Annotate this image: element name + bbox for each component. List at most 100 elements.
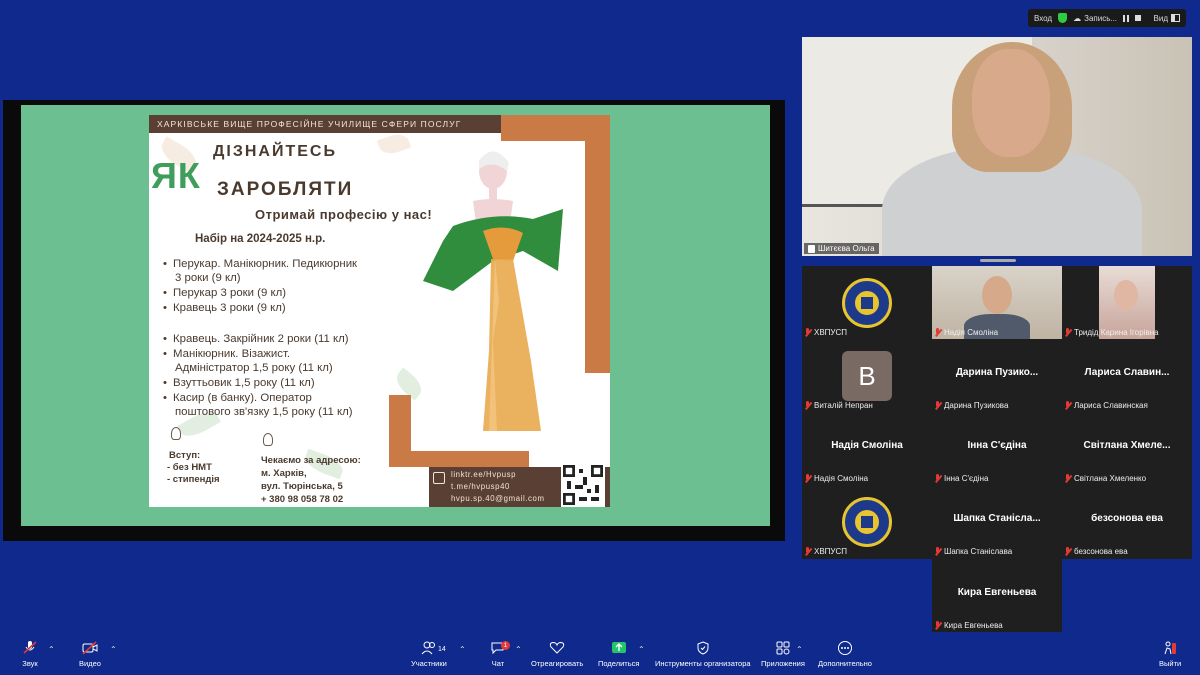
- participant-tile[interactable]: Лариса Славин... Лариса Славинская: [1062, 339, 1192, 412]
- poster-slogan: Отримай професію у нас!: [255, 207, 433, 222]
- poster-banner: ХАРКІВСЬКЕ ВИЩЕ ПРОФЕСІЙНЕ УЧИЛИЩЕ СФЕРИ…: [149, 115, 509, 133]
- stop-recording-icon[interactable]: [1135, 15, 1142, 21]
- recording-indicator[interactable]: ☁ Запись...: [1073, 14, 1117, 23]
- pause-recording-icon[interactable]: [1123, 14, 1130, 22]
- contact-link: t.me/hvpusp40: [451, 482, 510, 491]
- chat-label: Чат: [491, 659, 505, 668]
- recording-label: Запись...: [1084, 13, 1118, 23]
- poster-admission: Набір на 2024-2025 н.р.: [195, 233, 326, 245]
- participant-display-name: Кира Евгеньева: [957, 587, 1037, 598]
- person-face: [972, 49, 1050, 157]
- qr-code: [561, 463, 605, 507]
- link-icon: [433, 472, 445, 484]
- address-line: м. Харків,: [261, 468, 307, 479]
- chat-unread-badge: 1: [501, 641, 510, 650]
- speaker-name-tag: Шитєєва Ольга: [804, 243, 879, 254]
- muted-mic-icon: [934, 621, 941, 630]
- poster: ХАРКІВСЬКЕ ВИЩЕ ПРОФЕСІЙНЕ УЧИЛИЩЕ СФЕРИ…: [149, 115, 610, 507]
- participant-tile[interactable]: ХВПУСП: [802, 266, 932, 339]
- participant-display-name: Світлана Хмеле...: [1083, 440, 1171, 451]
- participant-label: безсонова ева: [1064, 547, 1128, 556]
- share-options-chevron-icon[interactable]: ⌃: [638, 645, 645, 654]
- more-label: Дополнительно: [818, 659, 872, 668]
- lightbulb-icon: [171, 427, 181, 440]
- react-label: Отреагировать: [531, 659, 584, 668]
- share-button[interactable]: Поделиться: [598, 641, 639, 668]
- entry-item: - стипендія: [167, 474, 220, 485]
- participant-display-name: Лариса Славин...: [1084, 367, 1170, 378]
- fashion-illustration: [423, 151, 563, 431]
- participant-tile[interactable]: Кира Евгеньева Кира Евгеньева: [932, 559, 1062, 632]
- participant-tile[interactable]: Надія Смоліна Надія Смоліна: [802, 412, 932, 485]
- video-label: Видео: [79, 659, 101, 668]
- shield-icon: [695, 641, 711, 655]
- participant-tile[interactable]: Шапка Станісла... Шапка Станіслава: [932, 485, 1062, 558]
- illustration-area: [413, 141, 585, 431]
- program-item-detail: поштового зв'язку 1,5 року (11 кл): [175, 406, 353, 418]
- program-item: Манікюрник. Візажист.: [163, 347, 290, 362]
- participant-label: Тридід Карина Ігорівна: [1064, 328, 1159, 337]
- participant-tile[interactable]: Світлана Хмеле... Світлана Хмеленко: [1062, 412, 1192, 485]
- chat-options-chevron-icon[interactable]: ⌃: [515, 645, 522, 654]
- participant-label: Дарина Пузикова: [934, 401, 1008, 410]
- enter-label[interactable]: Вход: [1034, 14, 1052, 23]
- address-title: Чекаємо за адресою:: [261, 455, 361, 466]
- participant-label: Виталій Непран: [804, 401, 873, 410]
- apps-options-chevron-icon[interactable]: ⌃: [796, 645, 803, 654]
- participants-icon: [421, 641, 437, 655]
- participant-avatar: B: [842, 351, 892, 401]
- frame-decoration: [389, 451, 529, 467]
- program-item-detail: Адміністратор 1,5 року (11 кл): [175, 362, 333, 374]
- view-grid-icon: [1171, 14, 1180, 22]
- poster-earn: ЗАРОБЛЯТИ: [217, 179, 354, 200]
- participant-tile[interactable]: Надія Смоліна: [932, 266, 1062, 339]
- program-item: Кравець. Закрійник 2 роки (11 кл): [163, 332, 349, 347]
- contact-link: linktr.ee/Hvpusp: [451, 470, 517, 479]
- participant-display-name: Інна С'єдіна: [967, 440, 1027, 451]
- view-button[interactable]: Вид: [1154, 14, 1180, 23]
- participant-gallery: ХВПУСП Надія Смоліна Тридід Карина Ігорі…: [802, 266, 1192, 559]
- muted-mic-icon: [1064, 474, 1071, 483]
- security-shield-icon[interactable]: [1058, 13, 1068, 23]
- participant-label: Надія Смоліна: [934, 328, 998, 337]
- more-dots-icon: [837, 641, 853, 655]
- participant-display-name: Надія Смоліна: [831, 440, 903, 451]
- cloud-icon: ☁: [1073, 13, 1082, 23]
- program-item: Перукар 3 роки (9 кл): [163, 286, 286, 301]
- program-item: Взуттьовик 1,5 року (11 кл): [163, 376, 315, 391]
- video-button[interactable]: Видео: [79, 641, 101, 668]
- participants-count: 14: [438, 646, 446, 653]
- muted-mic-icon: [934, 401, 941, 410]
- participant-tile[interactable]: ХВПУСП: [802, 485, 932, 558]
- participant-tile[interactable]: безсонова ева безсонова ева: [1062, 485, 1192, 558]
- audio-button[interactable]: Звук: [22, 641, 38, 668]
- entry-item: - без НМТ: [167, 462, 212, 473]
- participant-tile[interactable]: Дарина Пузико... Дарина Пузикова: [932, 339, 1062, 412]
- react-button[interactable]: Отреагировать: [531, 641, 583, 668]
- leave-icon: [1162, 641, 1178, 655]
- participant-label: Кира Евгеньева: [934, 621, 1003, 630]
- participant-tile[interactable]: B Виталій Непран: [802, 339, 932, 412]
- host-tools-button[interactable]: Инструменты организатора: [655, 641, 751, 668]
- pin-icon: [808, 244, 815, 253]
- participant-label: Світлана Хмеленко: [1064, 474, 1146, 483]
- muted-mic-icon: [1064, 547, 1071, 556]
- muted-mic-icon: [804, 328, 811, 337]
- leave-button[interactable]: Выйти: [1159, 641, 1181, 668]
- contact-link: hvpu.sp.40@gmail.com: [451, 494, 545, 503]
- video-options-chevron-icon[interactable]: ⌃: [110, 645, 117, 654]
- stopped-camera-icon: [82, 641, 98, 655]
- host-tools-label: Инструменты организатора: [655, 659, 751, 668]
- program-item: Касир (в банку). Оператор: [163, 391, 312, 406]
- share-screen-icon: [611, 641, 627, 655]
- qr-pattern: [563, 465, 603, 505]
- participant-tile[interactable]: Тридід Карина Ігорівна: [1062, 266, 1192, 339]
- participant-face: [1114, 280, 1138, 310]
- more-button[interactable]: Дополнительно: [818, 641, 872, 668]
- participants-options-chevron-icon[interactable]: ⌃: [459, 645, 466, 654]
- participant-tile[interactable]: Інна С'єдіна Інна С'єдіна: [932, 412, 1062, 485]
- audio-label: Звук: [22, 659, 38, 668]
- resize-handle[interactable]: [980, 259, 1016, 262]
- audio-options-chevron-icon[interactable]: ⌃: [48, 645, 55, 654]
- active-speaker-video[interactable]: Шитєєва Ольга: [802, 37, 1192, 256]
